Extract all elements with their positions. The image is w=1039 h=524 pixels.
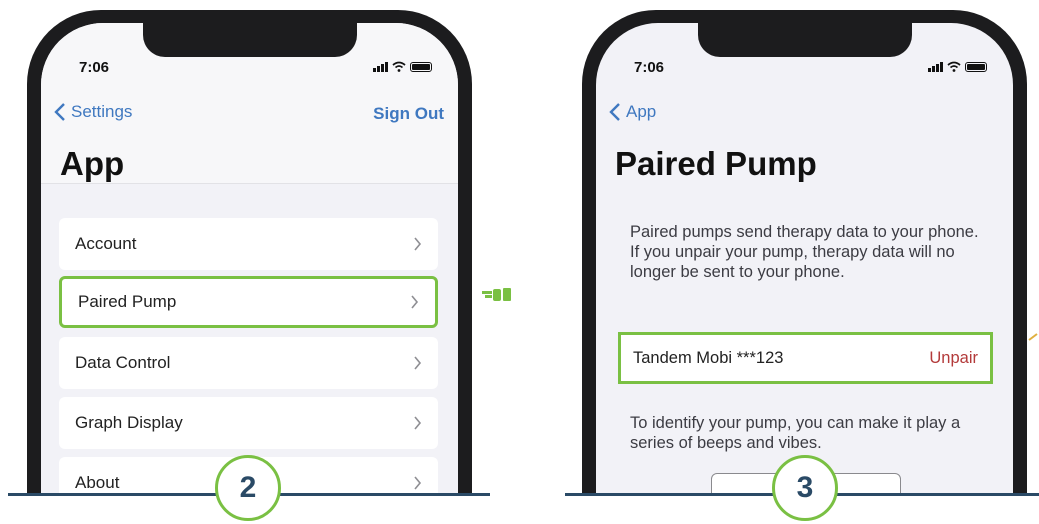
tap-hand-icon bbox=[482, 288, 511, 301]
menu-item-label: Account bbox=[75, 234, 137, 253]
wifi-icon bbox=[392, 61, 406, 72]
page-title: Paired Pump bbox=[615, 145, 817, 182]
pump-name: Tandem Mobi ***123 bbox=[633, 348, 784, 367]
chevron-right-icon bbox=[414, 416, 422, 430]
menu-item-label: Data Control bbox=[75, 353, 171, 372]
phone-notch bbox=[142, 23, 357, 57]
chevron-right-icon bbox=[414, 476, 422, 490]
status-icons bbox=[928, 61, 987, 72]
cellular-signal-icon bbox=[928, 62, 943, 72]
status-icons bbox=[373, 61, 432, 72]
back-button[interactable]: App bbox=[608, 102, 656, 122]
phone-frame-right: 7:06 App Paired Pump Paired pumps send t… bbox=[582, 10, 1027, 493]
status-time: 7:06 bbox=[634, 59, 665, 76]
step-number-badge: 2 bbox=[215, 455, 281, 521]
menu-item-label: Graph Display bbox=[75, 413, 183, 432]
menu-item-account[interactable]: Account bbox=[59, 218, 438, 270]
menu-item-label: About bbox=[75, 473, 120, 492]
back-button[interactable]: Settings bbox=[53, 102, 132, 122]
chevron-right-icon bbox=[411, 295, 419, 309]
phone-notch bbox=[697, 23, 912, 57]
paired-pump-screen: 7:06 App Paired Pump Paired pumps send t… bbox=[596, 23, 1013, 493]
back-label: App bbox=[626, 102, 657, 121]
page-title: App bbox=[60, 145, 125, 182]
chevron-right-icon bbox=[414, 237, 422, 251]
paired-pump-row: Tandem Mobi ***123 Unpair bbox=[618, 332, 993, 384]
pointer-mark-icon bbox=[1028, 333, 1038, 341]
chevron-right-icon bbox=[414, 356, 422, 370]
chevron-left-icon bbox=[609, 103, 620, 121]
menu-item-data-control[interactable]: Data Control bbox=[59, 337, 438, 389]
sign-out-button[interactable]: Sign Out bbox=[373, 104, 444, 124]
menu-item-graph-display[interactable]: Graph Display bbox=[59, 397, 438, 449]
status-time: 7:06 bbox=[79, 59, 110, 76]
chevron-left-icon bbox=[54, 103, 65, 121]
wifi-icon bbox=[947, 61, 961, 72]
battery-icon bbox=[410, 62, 432, 72]
identify-description: To identify your pump, you can make it p… bbox=[630, 414, 961, 452]
pairing-description: Paired pumps send therapy data to your p… bbox=[630, 223, 979, 281]
battery-icon bbox=[965, 62, 987, 72]
cellular-signal-icon bbox=[373, 62, 388, 72]
phone-frame-left: 7:06 Settings Sign Out App Account Paire… bbox=[27, 10, 472, 493]
menu-item-label: Paired Pump bbox=[78, 292, 177, 311]
app-settings-screen: 7:06 Settings Sign Out App Account Paire… bbox=[41, 23, 458, 493]
menu-item-paired-pump[interactable]: Paired Pump bbox=[59, 276, 438, 328]
back-label: Settings bbox=[71, 102, 133, 121]
step-number-badge: 3 bbox=[772, 455, 838, 521]
unpair-button[interactable]: Unpair bbox=[929, 349, 978, 368]
